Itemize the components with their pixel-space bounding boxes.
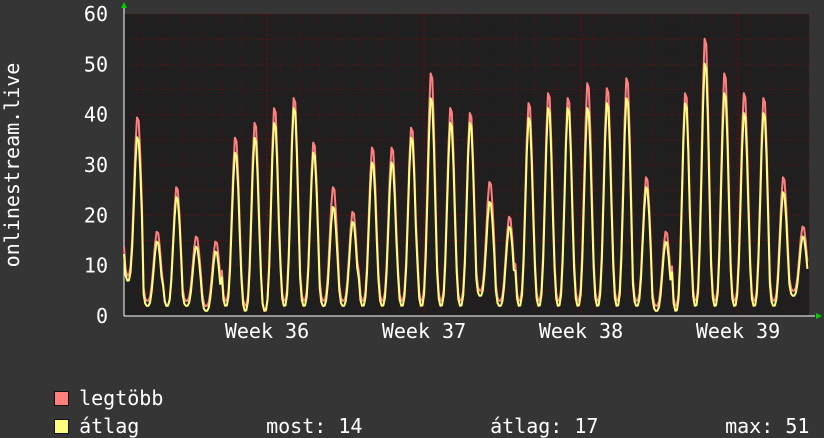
- stat-max-value: 51: [785, 414, 810, 438]
- y-tick-label: 40: [84, 103, 108, 127]
- stat-avg-label: átlag:: [490, 414, 563, 438]
- x-tick-label: Week 38: [539, 319, 623, 343]
- y-axis-arrow: [121, 2, 127, 8]
- x-axis-arrow: [816, 313, 822, 319]
- y-tick-label: 30: [84, 153, 108, 177]
- x-tick-label: Week 39: [696, 319, 780, 343]
- x-tick-label: Week 36: [225, 319, 309, 343]
- legend-swatch-avg: [54, 419, 70, 434]
- stat-max: max: 51: [701, 390, 809, 438]
- stat-now-label: most:: [266, 414, 327, 438]
- legend-label-avg: átlag: [79, 414, 140, 438]
- stat-avg-value: 17: [574, 414, 599, 438]
- x-tick-label: Week 37: [382, 319, 466, 343]
- y-tick-label: 20: [84, 203, 108, 227]
- stat-max-label: max:: [725, 414, 774, 438]
- stat-now: most: 14: [242, 390, 362, 438]
- y-tick-label: 60: [84, 2, 108, 26]
- stat-now-value: 14: [338, 414, 363, 438]
- y-axis-label: onlinestream.live: [0, 63, 24, 268]
- y-tick-label: 10: [84, 254, 108, 278]
- y-tick-label: 50: [84, 52, 108, 76]
- legend-avg: átlag: [30, 390, 139, 438]
- y-tick-label: 0: [96, 304, 108, 328]
- stat-avg: átlag: 17: [466, 390, 598, 438]
